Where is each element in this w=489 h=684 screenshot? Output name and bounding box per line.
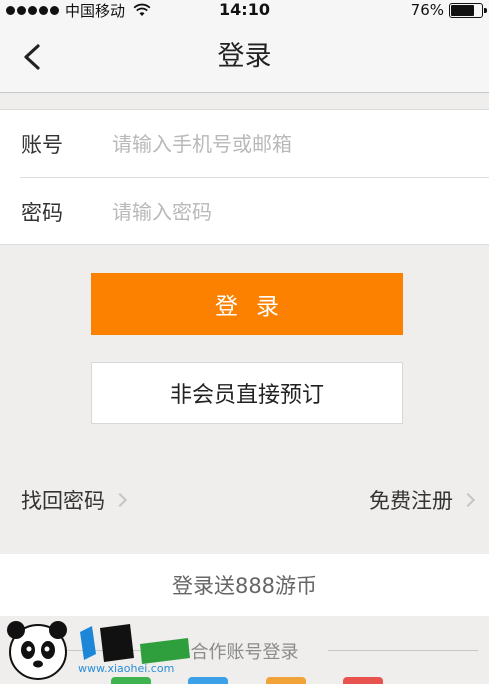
account-input[interactable]	[112, 131, 472, 156]
register-link[interactable]: 免费注册	[369, 480, 476, 520]
page-title: 登录	[217, 41, 272, 72]
partner-login-header: 合作账号登录	[0, 628, 489, 668]
status-right: 76%	[410, 0, 487, 20]
password-input[interactable]	[112, 199, 472, 224]
register-label: 免费注册	[369, 489, 453, 513]
nav-bar: 登录	[0, 20, 489, 93]
forgot-password-link[interactable]: 找回密码	[21, 480, 128, 520]
wechat-login-icon[interactable]	[111, 677, 151, 684]
promo-banner[interactable]: 登录送888游币	[0, 554, 489, 616]
battery-percent: 76%	[410, 1, 444, 19]
social-login-icon[interactable]	[343, 677, 383, 684]
chevron-right-icon	[460, 492, 476, 508]
guest-booking-button[interactable]: 非会员直接预订	[91, 362, 403, 424]
password-row: 密码	[0, 178, 489, 245]
account-label: 账号	[21, 132, 63, 157]
partner-login-label: 合作账号登录	[190, 642, 299, 663]
chevron-right-icon	[112, 492, 128, 508]
password-label: 密码	[21, 200, 63, 225]
login-form: 账号 密码	[0, 109, 489, 245]
forgot-password-label: 找回密码	[21, 489, 105, 513]
account-row: 账号	[0, 110, 489, 177]
weibo-login-icon[interactable]	[266, 677, 306, 684]
status-bar: 中国移动 14:10 76%	[0, 0, 489, 20]
login-button[interactable]: 登录	[91, 273, 403, 335]
battery-icon	[449, 2, 487, 18]
qq-login-icon[interactable]	[188, 677, 228, 684]
